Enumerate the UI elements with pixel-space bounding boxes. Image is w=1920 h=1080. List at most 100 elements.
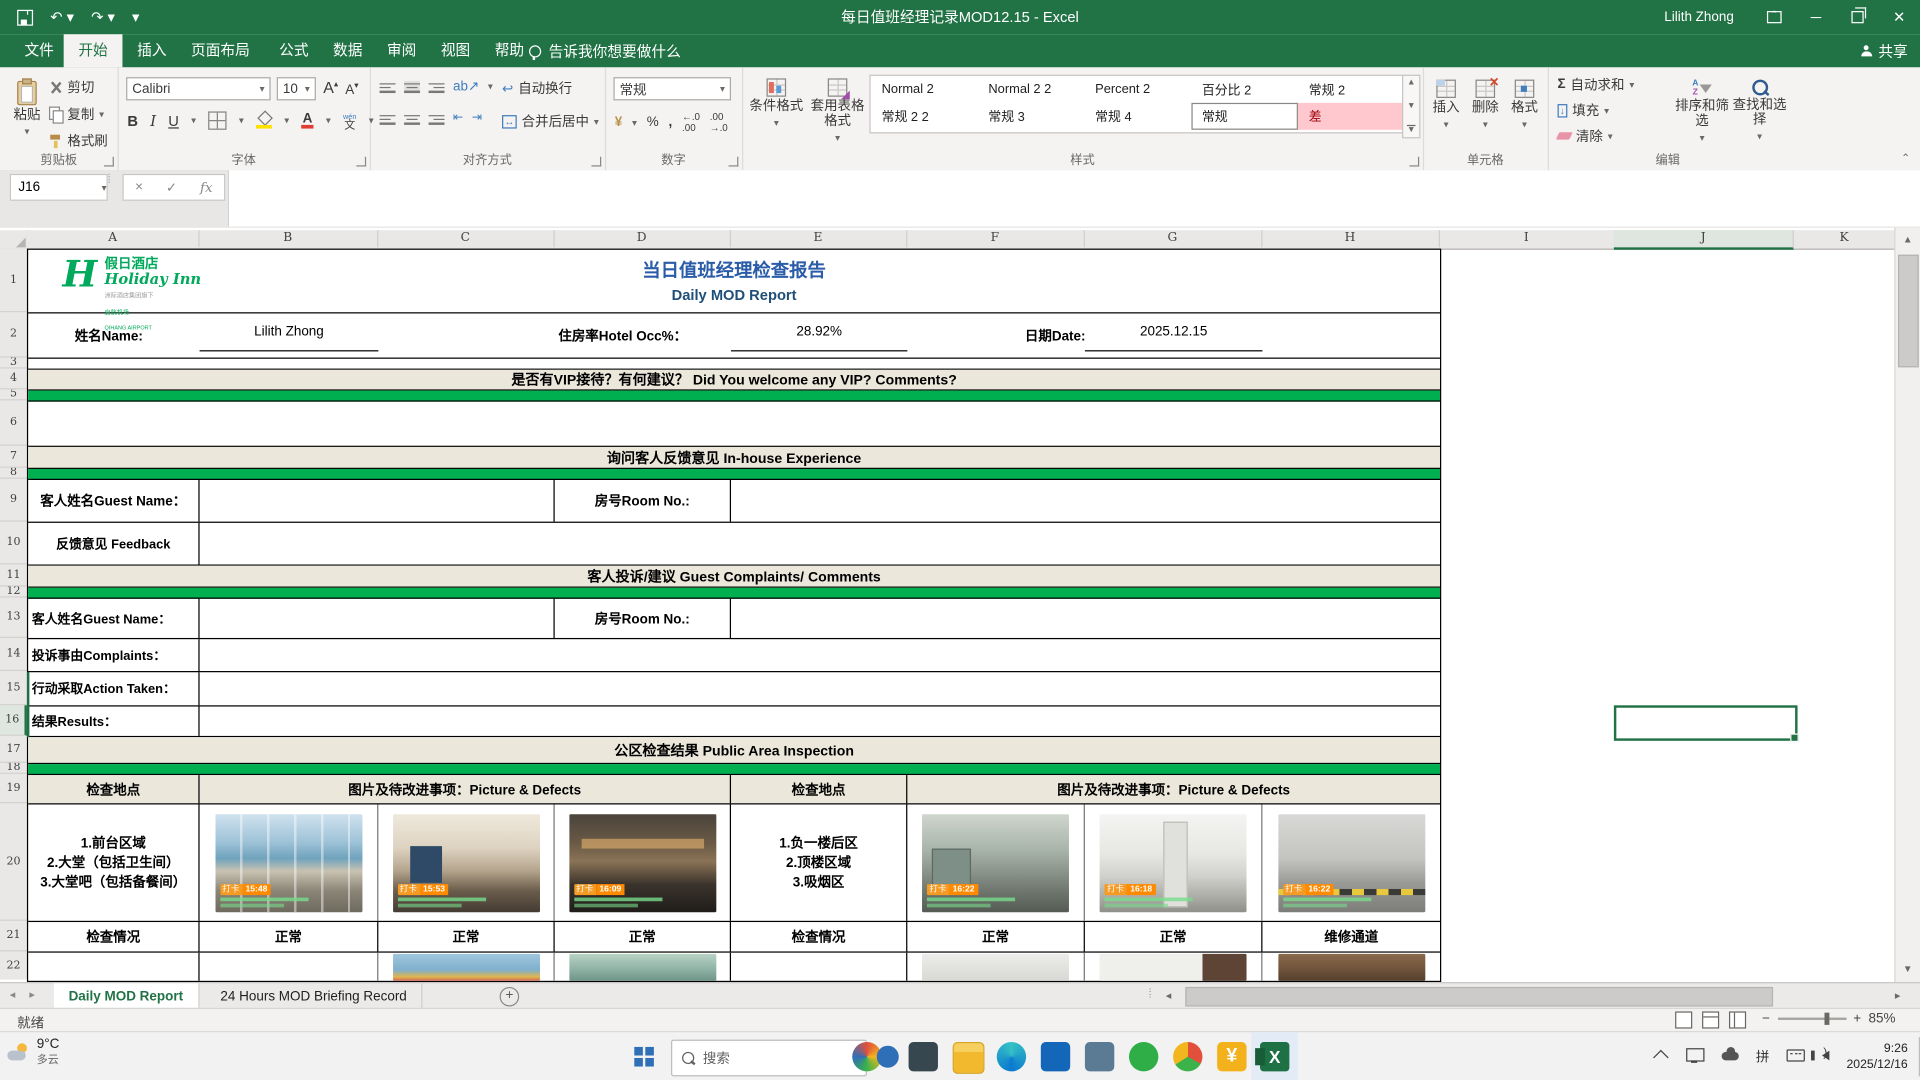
green-bar[interactable] [28,469,1440,480]
page-layout-view-icon[interactable] [1702,1011,1719,1028]
close-button[interactable]: ✕ [1878,0,1920,34]
status-c[interactable]: 正常 [378,922,554,951]
spacer-row[interactable] [28,359,1440,370]
zoom-level[interactable]: 85% [1869,1011,1896,1026]
collapse-ribbon-icon[interactable]: ⌃ [1901,152,1910,165]
col-header-D[interactable]: D [553,230,731,247]
name-value[interactable]: Lilith Zhong [200,324,379,339]
phonetic-guide-icon[interactable]: wén文 [343,113,356,128]
display-tray-icon[interactable] [1686,1048,1704,1065]
style-changgui2[interactable]: 常规 2 [1298,76,1405,103]
align-left-icon[interactable] [380,112,396,124]
copy-button[interactable]: 复制 ▾ [49,104,108,124]
row-header-8[interactable]: 8 [0,468,27,479]
align-top-icon[interactable] [380,80,396,92]
tell-me-box[interactable]: 告诉我你想要做什么 [529,34,681,67]
excel-taskbar-button[interactable]: X [1251,1032,1298,1080]
action-cell[interactable] [200,672,1440,705]
style-changgui3[interactable]: 常规 3 [977,103,1084,130]
col-header-C[interactable]: C [377,230,555,247]
section-inhouse[interactable]: 询问客人反馈意见 In-house Experience [28,447,1440,469]
new-sheet-button[interactable]: + [500,987,520,1007]
row-header-14[interactable]: 14 [0,638,27,671]
col-header-K[interactable]: K [1793,230,1896,247]
scroll-down-icon[interactable]: ▼ [1896,960,1920,980]
photo-roof-area[interactable]: 打卡16:18 [1100,814,1247,912]
share-button[interactable]: 共享 [1861,34,1908,67]
finance-app-icon[interactable]: ¥ [1217,1042,1246,1071]
customize-qat-icon[interactable]: ▾ [132,9,139,26]
occ-value[interactable]: 28.92% [731,324,907,339]
selected-cell-J16[interactable] [1614,705,1798,741]
date-value[interactable]: 2025.12.15 [1085,324,1263,339]
increase-font-icon[interactable]: A▴ [323,78,338,96]
tab-insert[interactable]: 插入 [122,34,181,67]
tab-scroll-left-icon[interactable]: ◂ [10,988,16,1001]
clipboard-dialog-launcher-icon[interactable] [104,157,114,167]
chrome-icon[interactable] [1173,1042,1202,1071]
style-changgui-selected[interactable]: 常规 [1191,103,1298,130]
format-as-table-button[interactable]: 套用表格格式▾ [808,72,867,152]
find-select-button[interactable]: 查找和选择▾ [1731,73,1787,153]
ime-indicator[interactable]: 拼 [1756,1047,1769,1067]
fill-button[interactable]: ↓填充 ▾ [1558,100,1635,120]
col-header-E[interactable]: E [730,230,908,247]
outlook-icon[interactable] [1041,1042,1070,1071]
style-normal22[interactable]: Normal 2 2 [977,76,1084,103]
row-header-1[interactable]: 1 [0,249,27,313]
conditional-formatting-button[interactable]: 条件格式▾ [749,72,803,152]
start-button[interactable] [634,1047,654,1067]
green-bar[interactable] [28,764,1440,775]
tab-review[interactable]: 审阅 [372,34,431,67]
format-cells-button[interactable]: 格式▾ [1506,73,1543,153]
photo-lobby-bar[interactable]: 打卡16:09 [569,814,716,912]
align-center-icon[interactable] [404,112,420,124]
zoom-out-icon[interactable]: − [1762,1011,1770,1026]
row-header-19[interactable]: 19 [0,774,27,803]
photo-partial-3[interactable] [922,954,1069,981]
row-header-2[interactable]: 2 [0,312,27,357]
green-bar[interactable] [28,588,1440,599]
taskbar-clock[interactable]: 9:262025/12/16 [1846,1041,1907,1073]
styles-dialog-launcher-icon[interactable] [1409,157,1419,167]
style-normal2[interactable]: Normal 2 [871,76,978,103]
section-public-area[interactable]: 公区检查结果 Public Area Inspection [28,737,1440,764]
row-header-16[interactable]: 16 [0,705,27,736]
minimize-button[interactable]: ─ [1795,0,1837,34]
style-percent2[interactable]: Percent 2 [1084,76,1191,103]
complaint-cell[interactable] [200,639,1440,671]
save-icon[interactable] [17,9,33,25]
tab-view[interactable]: 视图 [426,34,485,67]
row-header-15[interactable]: 15 [0,671,27,705]
italic-button[interactable]: I [150,112,156,129]
number-dialog-launcher-icon[interactable] [729,157,739,167]
format-painter-button[interactable]: 格式刷 [49,131,108,151]
col-header-F[interactable]: F [906,230,1085,247]
taskbar-search-input[interactable]: 搜索 [671,1040,867,1077]
font-family-select[interactable]: Calibri▾ [126,77,270,100]
formula-bar-splitter[interactable]: ⦙ [108,176,111,182]
style-changgui4[interactable]: 常规 4 [1084,103,1191,130]
vertical-scroll-thumb[interactable] [1898,255,1919,368]
insert-function-icon[interactable]: fx [200,179,213,195]
cloud-tray-icon[interactable] [1722,1049,1739,1064]
percent-style-icon[interactable]: % [647,115,659,130]
restore-button[interactable] [1837,0,1879,34]
row-header-12[interactable]: 12 [0,587,27,598]
col-header-G[interactable]: G [1084,230,1263,247]
hscroll-right-icon[interactable]: ▸ [1895,989,1901,1002]
col-header-B[interactable]: B [198,230,378,247]
cut-button[interactable]: 剪切 [49,77,108,97]
formula-input[interactable] [228,170,1920,226]
store-icon[interactable] [1085,1042,1114,1071]
sheet-tab-24h-briefing[interactable]: 24 Hours MOD Briefing Record [206,983,423,1009]
style-bad[interactable]: 差 [1298,103,1405,130]
redo-icon[interactable]: ↷ ▾ [91,9,115,26]
notepad-app-icon[interactable] [909,1042,938,1071]
styles-gallery-scroll[interactable]: ▲▼▼ [1402,75,1420,139]
name-box[interactable]: J16▾ [10,174,108,201]
style-baifenbi2[interactable]: 百分比 2 [1191,76,1298,103]
comma-style-icon[interactable]: , [668,115,672,130]
decrease-decimal-icon[interactable]: .00→.0 [710,111,728,133]
decrease-indent-icon[interactable]: ⇤ [453,111,463,124]
